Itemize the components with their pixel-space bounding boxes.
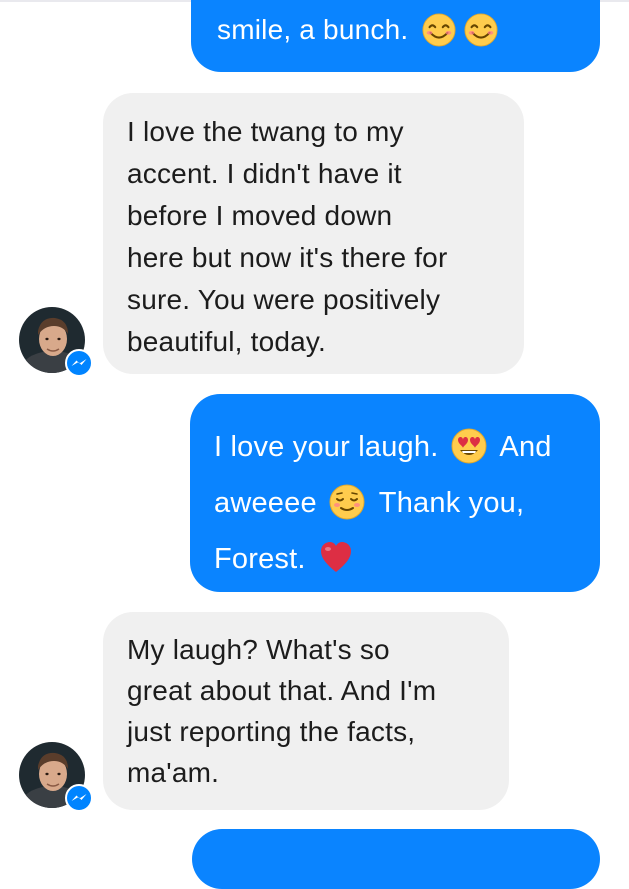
message-line: sure. You were positively [127,284,441,315]
message-line: beautiful, today. [127,326,327,357]
relieved-smile-emoji [329,484,365,520]
avatar[interactable] [19,742,93,812]
message-bubble-outgoing[interactable]: I love your laugh. And aweeee Thank you,… [190,394,600,592]
message-line: just reporting the facts, [127,716,416,747]
message-line: before I moved down [127,200,393,231]
message-line: Forest. [214,531,600,587]
message-line: accent. I didn't have it [127,158,402,189]
message-line: aweeee Thank you, [214,475,600,531]
message-bubble-incoming[interactable]: My laugh? What's so great about that. An… [103,612,509,810]
heart-eyes-emoji [451,428,487,464]
smiling-face-emoji [464,13,498,47]
message-line: here but now it's there for [127,242,448,273]
message-line: I love the twang to my [127,116,404,147]
message-line: ma'am. [127,757,220,788]
messenger-icon [65,784,93,812]
message-bubble-incoming[interactable]: I love the twang to my accent. I didn't … [103,93,524,374]
message-line: smile, a bunch. [217,13,600,49]
message-line: great about that. And I'm [127,675,437,706]
message-line: My laugh? What's so [127,634,390,665]
messenger-icon [65,349,93,377]
message-bubble-outgoing[interactable] [192,829,600,889]
avatar[interactable] [19,307,93,377]
smiling-face-emoji [422,13,456,47]
red-heart-emoji [320,542,351,573]
message-bubble-outgoing[interactable]: smile, a bunch. [191,0,600,72]
message-line: I love your laugh. And [214,419,600,475]
